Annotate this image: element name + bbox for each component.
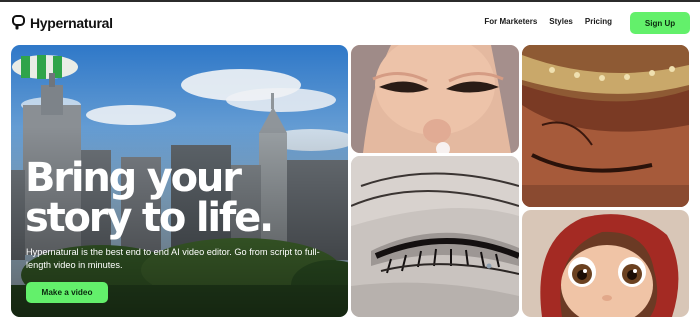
gallery-tile-illustrated-eye — [351, 156, 519, 317]
gallery-tile-animated-girl — [522, 210, 689, 317]
gold-crown-image — [522, 45, 689, 207]
illustrated-eye-image — [351, 156, 519, 317]
navbar: Hypernatural For Marketers Styles Pricin… — [0, 2, 700, 44]
gallery-tile-gold-crown — [522, 45, 689, 207]
nav-links: For Marketers Styles Pricing — [484, 17, 612, 26]
nav-link-pricing[interactable]: Pricing — [585, 17, 612, 26]
make-a-video-button[interactable]: Make a video — [26, 282, 108, 303]
animated-girl-image — [522, 210, 689, 317]
hero-description: Hypernatural is the best end to end AI v… — [26, 247, 320, 270]
brand-logo[interactable]: Hypernatural — [12, 15, 113, 31]
sign-up-button[interactable]: Sign Up — [630, 12, 690, 34]
hero-card: Bring your story to life. Hypernatural i… — [11, 45, 348, 317]
gallery-tile-face-closeup — [351, 45, 519, 153]
nav-link-for-marketers[interactable]: For Marketers — [484, 17, 537, 26]
brand-name: Hypernatural — [30, 15, 113, 31]
hero-title: Bring your story to life. — [25, 155, 274, 241]
nav-link-styles[interactable]: Styles — [549, 17, 573, 26]
face-closeup-image — [351, 45, 519, 153]
speech-bubble-icon — [12, 15, 25, 31]
